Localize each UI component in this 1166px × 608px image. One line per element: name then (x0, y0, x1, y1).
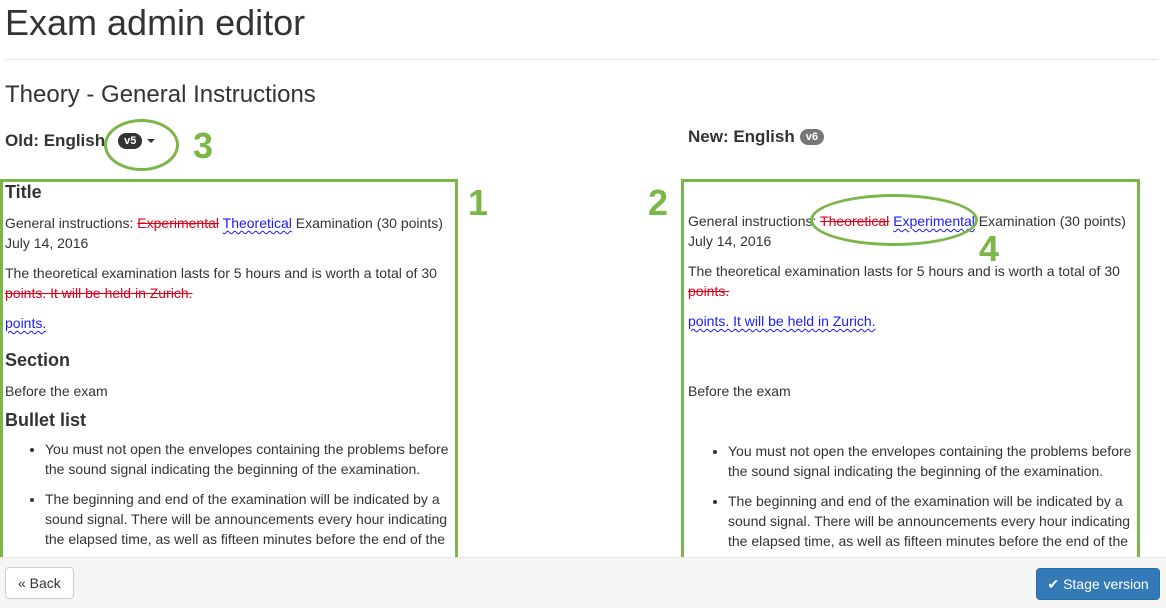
new-para1-text: The theoretical examination lasts for 5 … (688, 263, 1120, 279)
old-intro-deleted: Experimental (137, 215, 219, 231)
check-icon: ✔ (1047, 575, 1060, 592)
new-content-pane: General instructions: Theoretical Experi… (688, 181, 1138, 556)
section-title: Theory - General Instructions (5, 81, 316, 108)
old-title-heading: Title (5, 182, 42, 202)
old-language-label: Old: English (5, 131, 106, 150)
new-section-text: Before the exam (688, 383, 791, 399)
old-version-dropdown[interactable]: v5 (115, 130, 158, 152)
old-intro-inserted: Theoretical (222, 215, 292, 231)
list-item: You must not open the envelopes containi… (45, 439, 455, 479)
old-para2: points. (5, 313, 455, 333)
stage-version-button[interactable]: ✔ Stage version (1036, 568, 1160, 600)
new-bullet-list: You must not open the envelopes containi… (688, 441, 1138, 551)
annotation-number-2: 2 (648, 182, 669, 223)
back-button[interactable]: « Back (5, 567, 74, 599)
old-language-header: Old: English v5 (5, 130, 158, 152)
old-para1: The theoretical examination lasts for 5 … (5, 263, 455, 303)
new-intro-after: Examination (30 points) (974, 213, 1126, 229)
annotation-number-4: 4 (979, 228, 1000, 269)
old-intro-before: General instructions: (5, 215, 138, 231)
annotation-number-1: 1 (468, 182, 489, 223)
new-para1: The theoretical examination lasts for 5 … (688, 261, 1138, 301)
old-bullet-heading: Bullet list (5, 410, 87, 430)
list-item: The beginning and end of the examination… (728, 491, 1138, 551)
new-date: July 14, 2016 (688, 233, 772, 249)
new-para2-inserted: points. It will be held in Zurich. (688, 313, 876, 329)
old-content-pane: Title General instructions: Experimental… (5, 181, 455, 556)
new-language-header: New: English v6 (688, 127, 824, 147)
old-date: July 14, 2016 (5, 235, 89, 251)
new-intro-before: General instructions: (688, 213, 821, 229)
stage-version-label: Stage version (1063, 576, 1149, 592)
footer-bar: « Back ✔ Stage version (0, 557, 1166, 608)
old-version-badge: v5 (118, 133, 143, 149)
new-intro-inserted: Experimental (893, 213, 975, 229)
old-para2-inserted: points. (5, 315, 47, 331)
new-para2: points. It will be held in Zurich. (688, 311, 1138, 331)
new-language-label: New: English (688, 127, 795, 146)
old-intro-after: Examination (30 points) (291, 215, 443, 231)
old-section-heading: Section (5, 350, 71, 370)
page-title: Exam admin editor (5, 2, 306, 43)
header-divider (5, 59, 1158, 60)
list-item: The beginning and end of the examination… (45, 489, 455, 549)
new-para1-deleted: points. (688, 283, 730, 299)
new-intro-deleted: Theoretical (820, 213, 890, 229)
old-bullet-list: You must not open the envelopes containi… (5, 439, 455, 549)
annotation-number-3: 3 (193, 125, 214, 166)
old-intro-line: General instructions: Experimental Theor… (5, 213, 455, 233)
list-item: You must not open the envelopes containi… (728, 441, 1138, 481)
old-para1-text: The theoretical examination lasts for 5 … (5, 265, 437, 281)
new-version-badge: v6 (799, 129, 824, 145)
new-intro-line: General instructions: Theoretical Experi… (688, 211, 1138, 231)
old-para1-deleted: points. It will be held in Zurich. (5, 285, 193, 301)
chevron-down-icon (147, 139, 156, 143)
old-section-text: Before the exam (5, 383, 108, 399)
